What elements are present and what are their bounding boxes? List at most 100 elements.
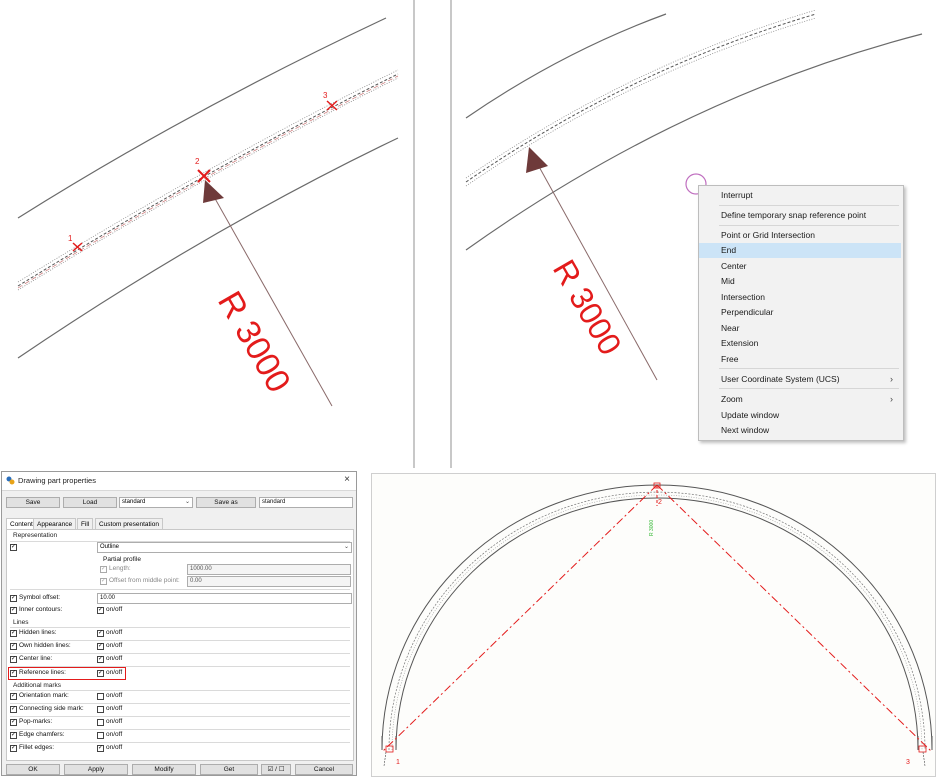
pop-marks-toggle[interactable] [97,719,104,726]
pop-marks-checkbox[interactable]: ✓ [10,719,17,726]
save-as-button[interactable]: Save as [196,497,256,508]
panel-separator-vertical-top [413,0,415,468]
orientation-mark-label: Orientation mark: [19,692,69,699]
own-hidden-lines-toggle[interactable]: ✓ [97,643,104,650]
menu-item-define-temp-snap[interactable]: Define temporary snap reference point [699,208,901,223]
row-divider [10,640,350,641]
tab-fill[interactable]: Fill [77,518,94,529]
close-icon[interactable]: × [344,474,350,485]
point-label-3: 3 [906,759,910,766]
reference-lines-toggle[interactable]: ✓ [97,670,104,677]
center-line [391,494,923,751]
menu-item-next-window[interactable]: Next window [699,423,901,438]
connecting-side-mark-checkbox[interactable]: ✓ [10,706,17,713]
orientation-mark-checkbox[interactable]: ✓ [10,693,17,700]
connecting-side-mark-toggle[interactable] [97,706,104,713]
app-logo-icon [6,476,15,485]
orientation-mark-toggle[interactable] [97,693,104,700]
menu-item-near[interactable]: Near [699,321,901,336]
modify-button[interactable]: Modify [132,764,196,775]
pop-marks-label: Pop-marks: [19,718,53,725]
cad-view-top-left[interactable]: 1 2 3 R 3000 [0,0,413,468]
reference-dash-line-left [381,484,658,753]
cad-canvas-bottom-right[interactable]: 1 2 3 R 3000 [372,474,935,776]
onoff-label: on/off [106,642,123,649]
tab-custom-presentation[interactable]: Custom presentation [95,518,163,529]
own-hidden-lines-label: Own hidden lines: [19,642,71,649]
edge-chamfers-toggle[interactable] [97,732,104,739]
cad-view-bottom-right[interactable]: 1 2 3 R 3000 [371,473,936,777]
hidden-lines-toggle[interactable]: ✓ [97,630,104,637]
fillet-edges-label: Fillet edges: [19,744,55,751]
toggle-all-button[interactable]: ☑ / ☐ [261,764,291,775]
drawing-part-properties-dialog[interactable]: Drawing part properties × Save Load stan… [1,471,357,776]
symbol-offset-field[interactable]: 10.00 [97,593,352,604]
inner-contours-checkbox[interactable]: ✓ [10,607,17,614]
snap-point-1-marker[interactable] [72,242,83,252]
preset-select[interactable]: standard ⌄ [119,497,193,508]
reference-line [388,491,926,751]
representation-checkbox[interactable]: ✓ [10,544,17,551]
partial-profile-label: Partial profile [103,556,141,563]
leader-line-3 [922,751,926,767]
onoff-label: on/off [106,669,123,676]
reference-line [465,13,817,183]
fillet-edges-checkbox[interactable]: ✓ [10,745,17,752]
chevron-right-icon: › [890,394,893,404]
menu-item-interrupt[interactable]: Interrupt [699,188,901,203]
reference-lines-checkbox[interactable]: ✓ [10,670,17,677]
cancel-button[interactable]: Cancel [295,764,353,775]
cad-canvas-top-left[interactable]: 1 2 3 R 3000 [0,0,413,468]
section-divider [10,627,350,628]
get-button[interactable]: Get [200,764,258,775]
menu-item-end[interactable]: End [699,243,901,258]
edge-chamfers-label: Edge chamfers: [19,731,65,738]
connecting-side-mark-label: Connecting side mark: [19,705,84,712]
inner-contours-toggle[interactable]: ✓ [97,607,104,614]
chevron-down-icon: ⌄ [184,499,190,505]
menu-item-zoom[interactable]: Zoom › [699,392,901,407]
radius-dimension-label: R 3000 [210,285,298,399]
offset-field[interactable]: 0.00 [187,576,351,587]
apply-button[interactable]: Apply [64,764,128,775]
point-label-1: 1 [68,234,73,243]
load-button[interactable]: Load [63,497,117,508]
menu-separator [719,225,899,226]
ok-button[interactable]: OK [6,764,60,775]
hidden-lines-checkbox[interactable]: ✓ [10,630,17,637]
dialog-titlebar[interactable]: Drawing part properties × [2,472,356,491]
menu-item-ucs[interactable]: User Coordinate System (UCS) › [699,372,901,387]
length-field[interactable]: 1000.00 [187,564,351,575]
save-as-field[interactable]: standard [259,497,353,508]
row-divider [10,742,350,743]
menu-item-intersection[interactable]: Intersection [699,290,901,305]
length-checkbox[interactable]: ✓ [100,566,107,573]
edge-chamfers-checkbox[interactable]: ✓ [10,732,17,739]
tab-appearance[interactable]: Appearance [33,518,77,529]
snap-context-menu[interactable]: Interrupt Define temporary snap referenc… [698,185,904,441]
menu-item-ucs-label: User Coordinate System (UCS) [721,374,840,384]
menu-item-point-grid-intersection[interactable]: Point or Grid Intersection [699,228,901,243]
onoff-label: on/off [106,705,123,712]
symbol-offset-checkbox[interactable]: ✓ [10,595,17,602]
center-line-checkbox[interactable]: ✓ [10,656,17,663]
save-button[interactable]: Save [6,497,60,508]
plate-edge-upper [465,13,667,119]
fillet-edges-toggle[interactable]: ✓ [97,745,104,752]
representation-select[interactable]: Outline ⌄ [97,542,352,553]
offset-checkbox[interactable]: ✓ [100,578,107,585]
center-line-toggle[interactable]: ✓ [97,656,104,663]
own-hidden-lines-checkbox[interactable]: ✓ [10,643,17,650]
menu-item-update-window[interactable]: Update window [699,408,901,423]
menu-item-mid[interactable]: Mid [699,274,901,289]
menu-item-center[interactable]: Center [699,259,901,274]
onoff-label: on/off [106,692,123,699]
section-divider [10,690,350,691]
row-divider [10,703,350,704]
menu-item-perpendicular[interactable]: Perpendicular [699,305,901,320]
onoff-label: on/off [106,718,123,725]
row-divider [10,716,350,717]
offset-label: Offset from middle point: [109,577,180,584]
menu-item-free[interactable]: Free [699,352,901,367]
menu-item-extension[interactable]: Extension [699,336,901,351]
